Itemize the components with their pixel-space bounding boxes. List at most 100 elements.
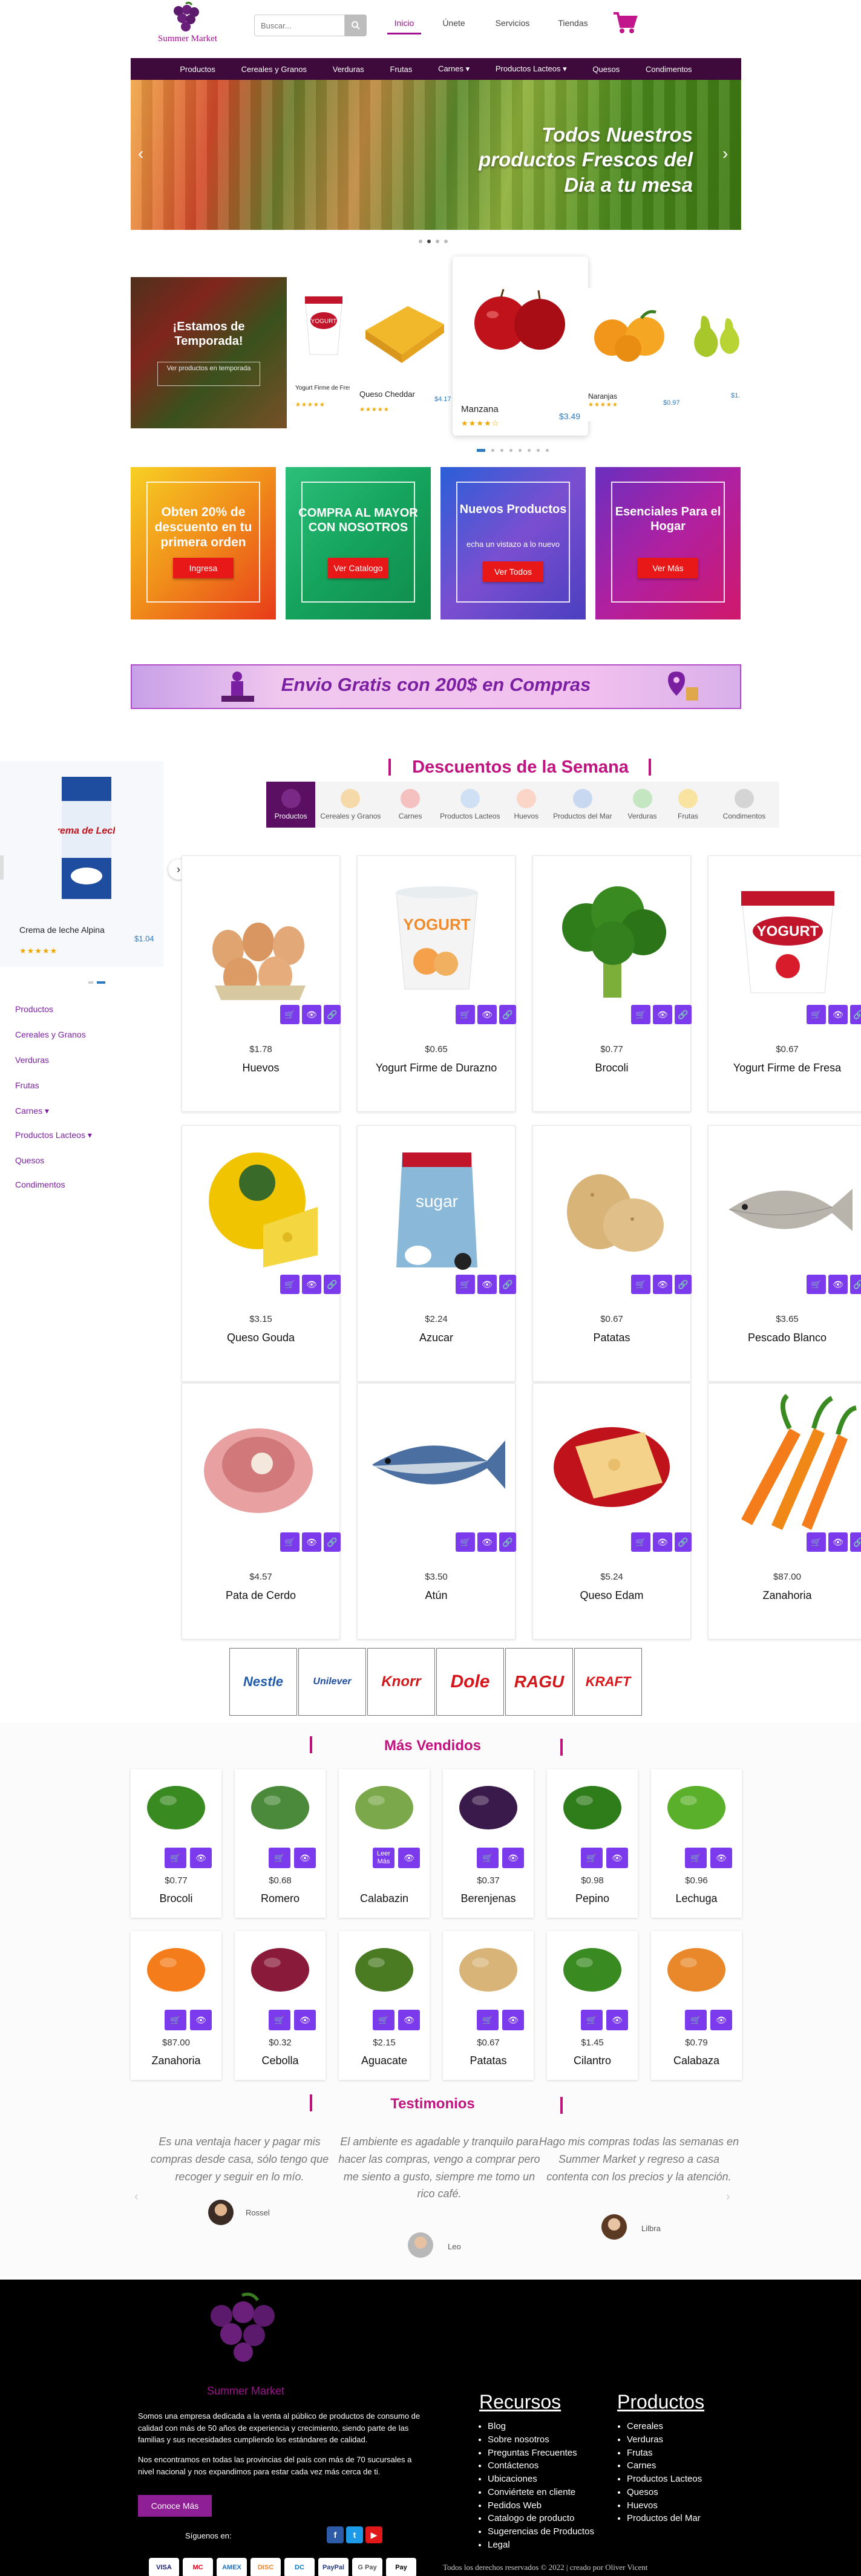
link-icon[interactable]: 🔗: [324, 1532, 341, 1552]
bestseller-card[interactable]: 🛒 👁 $1.45 Cilantro: [547, 1931, 638, 2080]
tab-condimentos[interactable]: Condimentos: [709, 782, 779, 828]
tab-mar[interactable]: Productos del Mar: [548, 782, 618, 828]
discount-product-card[interactable]: 🛒 👁 🔗 $3.15 Queso Gouda: [182, 1125, 341, 1382]
logo-text[interactable]: Summer Market: [154, 34, 221, 44]
tab-huevos[interactable]: Huevos: [505, 782, 548, 828]
bestseller-card[interactable]: 🛒 👁 $0.68 Romero: [235, 1769, 326, 1918]
carousel-card[interactable]: Queso Cheddar $4.17 ★★★★★: [357, 288, 454, 421]
chevron-right-icon[interactable]: ›: [726, 2190, 730, 2204]
eye-icon[interactable]: 👁: [302, 1005, 321, 1024]
chevron-left-icon[interactable]: ‹: [138, 144, 143, 163]
cart-icon[interactable]: 🛒: [165, 2010, 186, 2030]
menu-lacteos[interactable]: Productos Lacteos ▾: [496, 64, 567, 74]
eye-icon[interactable]: 👁: [294, 1848, 316, 1868]
link-icon[interactable]: 🔗: [499, 1532, 516, 1552]
sidebar-link-cereales[interactable]: Cereales y Granos: [15, 1030, 86, 1039]
cart-icon[interactable]: 🛒: [631, 1005, 650, 1024]
eye-icon[interactable]: 👁: [190, 2010, 212, 2030]
eye-icon[interactable]: 👁: [302, 1532, 321, 1552]
footer-link[interactable]: Sobre nosotros: [488, 2433, 645, 2447]
footer-link[interactable]: Catalogo de producto: [488, 2512, 645, 2525]
cart-icon[interactable]: 🛒: [477, 1848, 499, 1868]
sidebar-link-verduras[interactable]: Verduras: [15, 1055, 49, 1065]
footer-link[interactable]: Blog: [488, 2420, 645, 2433]
brand-dole-logo[interactable]: Dole: [436, 1648, 504, 1716]
menu-productos[interactable]: Productos: [180, 65, 215, 74]
carousel-dot[interactable]: [528, 449, 531, 452]
menu-cereales[interactable]: Cereales y Granos: [241, 65, 307, 74]
bestseller-card[interactable]: 🛒 👁 $2.15 Aguacate: [339, 1931, 430, 2080]
discount-product-card[interactable]: 🛒 👁 🔗 $3.50 Atún: [357, 1383, 516, 1639]
footer-link[interactable]: Pedidos Web: [488, 2499, 645, 2512]
eye-icon[interactable]: 👁: [190, 1848, 212, 1868]
cart-icon[interactable]: 🛒: [280, 1005, 300, 1024]
discount-product-card[interactable]: 🛒 👁 🔗 $5.24 Queso Edam: [532, 1383, 692, 1639]
carousel-dot[interactable]: [537, 449, 540, 452]
cart-icon[interactable]: 🛒: [807, 1005, 826, 1024]
link-icon[interactable]: 🔗: [850, 1005, 861, 1024]
bestseller-card[interactable]: 🛒 👁 $0.98 Pepino: [547, 1769, 638, 1918]
twitter-icon[interactable]: t: [346, 2526, 363, 2543]
eye-icon[interactable]: 👁: [653, 1532, 672, 1552]
discount-product-card[interactable]: 🛒 👁 🔗 $1.78 Huevos: [182, 855, 341, 1112]
link-icon[interactable]: 🔗: [675, 1005, 692, 1024]
bestseller-card[interactable]: Leer Más 👁 Calabazin: [339, 1769, 430, 1918]
bestseller-card[interactable]: 🛒 👁 $87.00 Zanahoria: [131, 1931, 221, 2080]
discount-product-card[interactable]: 🛒 👁 🔗 $0.67 Patatas: [532, 1125, 692, 1382]
footer-link[interactable]: Huevos: [627, 2499, 760, 2512]
sidebar-link-lacteos[interactable]: Productos Lacteos ▾: [15, 1130, 92, 1140]
cart-icon[interactable]: 🛒: [685, 1848, 707, 1868]
sidebar-link-quesos[interactable]: Quesos: [15, 1156, 44, 1165]
carousel-dot[interactable]: [500, 449, 503, 452]
eye-icon[interactable]: 👁: [398, 1848, 420, 1868]
shipping-banner[interactable]: Envio Gratis con 200$ en Compras: [131, 664, 741, 709]
eye-icon[interactable]: 👁: [710, 2010, 732, 2030]
cart-icon[interactable]: 🛒: [631, 1275, 650, 1294]
eye-icon[interactable]: 👁: [653, 1275, 672, 1294]
link-icon[interactable]: 🔗: [324, 1005, 341, 1024]
tab-frutas[interactable]: Frutas: [667, 782, 709, 828]
discount-product-card[interactable]: 🛒 👁 🔗 $0.77 Brocoli: [532, 855, 692, 1112]
cart-icon[interactable]: 🛒: [280, 1532, 300, 1552]
cart-icon[interactable]: 🛒: [269, 1848, 290, 1868]
bestseller-card[interactable]: 🛒 👁 $0.79 Calabaza: [651, 1931, 742, 2080]
cart-icon[interactable]: 🛒: [280, 1275, 300, 1294]
cart-icon[interactable]: 🛒: [581, 2010, 603, 2030]
nav-inicio[interactable]: Inicio: [387, 18, 421, 34]
link-icon[interactable]: 🔗: [850, 1532, 861, 1552]
carousel-dot[interactable]: [519, 449, 522, 452]
chevron-left-icon[interactable]: ‹: [134, 2190, 139, 2204]
read-more-button[interactable]: Leer Más: [373, 1848, 394, 1868]
eye-icon[interactable]: 👁: [606, 1848, 628, 1868]
sidebar-link-frutas[interactable]: Frutas: [15, 1080, 39, 1090]
nav-servicios[interactable]: Servicios: [491, 18, 534, 28]
brand-nestle-logo[interactable]: Nestle: [229, 1648, 297, 1716]
facebook-icon[interactable]: f: [327, 2526, 344, 2543]
eye-icon[interactable]: 👁: [606, 2010, 628, 2030]
brand-unilever-logo[interactable]: Unilever: [298, 1648, 366, 1716]
link-icon[interactable]: 🔗: [850, 1275, 861, 1294]
slider-dot[interactable]: [427, 240, 431, 243]
eye-icon[interactable]: 👁: [502, 1848, 524, 1868]
promo-button[interactable]: Ver Todos: [483, 561, 543, 582]
cart-icon[interactable]: 🛒: [373, 2010, 394, 2030]
link-icon[interactable]: 🔗: [499, 1005, 516, 1024]
carousel-dot[interactable]: [491, 449, 494, 452]
menu-frutas[interactable]: Frutas: [390, 65, 413, 74]
menu-condimentos[interactable]: Condimentos: [646, 65, 692, 74]
cart-icon[interactable]: 🛒: [456, 1532, 475, 1552]
promo-button[interactable]: Ver Más: [638, 558, 698, 578]
cart-icon[interactable]: 🛒: [456, 1275, 475, 1294]
discount-product-card[interactable]: 🛒 👁 🔗 $4.57 Pata de Cerdo: [182, 1383, 341, 1639]
discount-product-card[interactable]: 🛒 👁 🔗 $3.65 Pescado Blanco: [708, 1125, 861, 1382]
seasonal-button[interactable]: Ver productos en temporada: [157, 362, 260, 386]
cart-icon[interactable]: 🛒: [456, 1005, 475, 1024]
link-icon[interactable]: 🔗: [499, 1275, 516, 1294]
learn-more-button[interactable]: Conoce Más: [138, 2495, 212, 2517]
link-icon[interactable]: 🔗: [675, 1275, 692, 1294]
footer-link[interactable]: Conviértete en cliente: [488, 2486, 645, 2499]
menu-verduras[interactable]: Verduras: [333, 65, 364, 74]
cart-icon[interactable]: 🛒: [165, 1848, 186, 1868]
discount-product-card[interactable]: YOGURT 🛒 👁 🔗 $0.67 Yogurt Firme de Fresa: [708, 855, 861, 1112]
chevron-right-icon[interactable]: ›: [722, 144, 728, 163]
